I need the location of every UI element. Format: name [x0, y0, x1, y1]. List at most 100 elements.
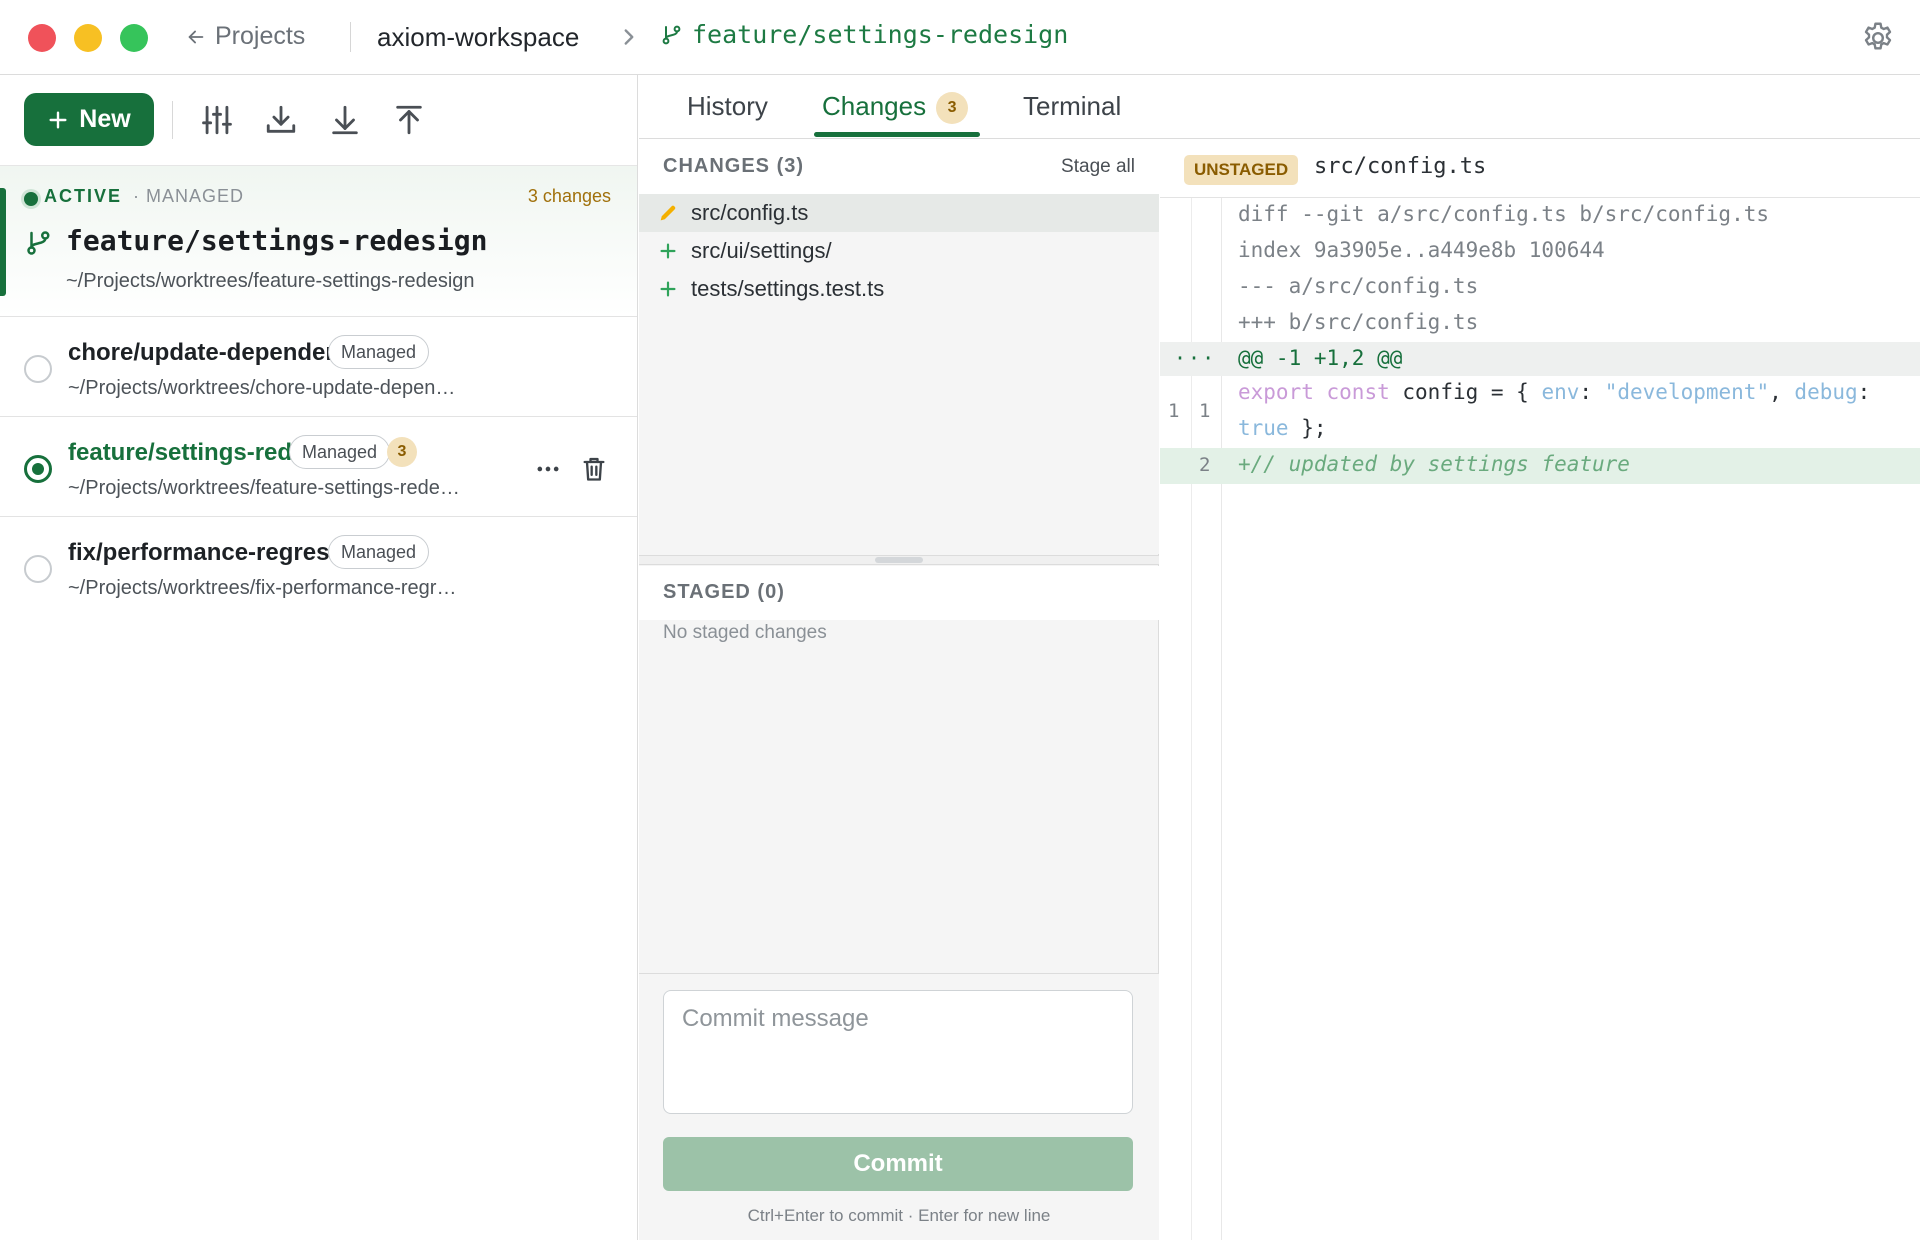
trash-icon[interactable] [580, 455, 608, 483]
plus-icon [49, 110, 67, 129]
hunk-range: @@ -1 +1,2 @@ [1238, 346, 1403, 370]
code-token: , [1769, 380, 1782, 404]
file-row-tests-settings[interactable]: tests/settings.test.ts [639, 270, 1159, 308]
git-branch-icon [662, 25, 681, 44]
code-token: debug [1794, 380, 1858, 404]
worktree-item-chore-update-dependencies[interactable]: chore/update-dependen… Managed ~/Project… [0, 317, 637, 417]
new-line-number: 2 [1199, 454, 1211, 476]
plus-icon [660, 243, 676, 259]
expand-hunk-dots[interactable]: ··· [1174, 346, 1216, 370]
changes-count-badge: 3 [387, 437, 417, 467]
toolbar-divider [172, 101, 173, 139]
changes-title: CHANGES (3) [663, 155, 805, 177]
commit-hint: Ctrl+Enter to commit · Enter for new lin… [747, 1206, 1051, 1225]
maximize-window-button[interactable] [120, 24, 148, 52]
added-line-text: +// updated by settings feature [1238, 452, 1630, 476]
branch-crumb-label: feature/settings-redesign [692, 20, 1069, 49]
chevron-right-icon [624, 29, 634, 45]
managed-badge: Managed [289, 435, 391, 469]
staged-title: STAGED (0) [663, 581, 785, 603]
diff-meta-line: +++ b/src/config.ts [1238, 310, 1479, 334]
diff-file-name: src/config.ts [1314, 154, 1487, 179]
active-tab-underline [814, 132, 980, 137]
back-to-projects-link[interactable]: Projects [185, 22, 305, 51]
code-token: export [1238, 380, 1314, 404]
back-label: Projects [215, 22, 306, 50]
splitter-grip[interactable] [875, 557, 923, 563]
active-worktree-path: ~/Projects/worktrees/feature-settings-re… [66, 270, 475, 292]
worktree-radio[interactable] [24, 355, 52, 383]
code-token: const [1326, 380, 1390, 404]
plus-icon [660, 281, 676, 297]
close-window-button[interactable] [28, 24, 56, 52]
added-line: 2 +// updated by settings feature [1160, 448, 1920, 484]
active-indicator-bar [0, 188, 6, 296]
git-branch-icon [27, 231, 50, 255]
diff-meta-line: diff --git a/src/config.ts b/src/config.… [1238, 202, 1770, 226]
more-horizontal-icon[interactable] [534, 455, 562, 483]
active-worktree-card[interactable]: ACTIVE · MANAGED 3 changes feature/setti… [0, 165, 637, 317]
tab-history[interactable]: History [687, 91, 768, 122]
title-divider [350, 22, 351, 52]
code-token: : [1857, 380, 1871, 404]
sliders-icon[interactable] [200, 103, 234, 137]
active-branch-name: feature/settings-redesign [66, 224, 488, 257]
changes-file-list: src/config.ts src/ui/settings/ tests/set… [639, 194, 1159, 554]
panel-splitter[interactable] [639, 555, 1159, 565]
changes-header: CHANGES (3) Stage all [639, 140, 1159, 194]
diff-header: UNSTAGED src/config.ts [1160, 140, 1920, 198]
worktree-sidebar: New ACTIVE · MANAGED 3 changes feature/s… [0, 75, 638, 1240]
new-line-number: 1 [1199, 400, 1211, 422]
commit-button[interactable]: Commit [663, 1137, 1133, 1191]
sidebar-toolbar: New [0, 75, 638, 165]
code-token: env [1541, 380, 1580, 404]
worktree-radio-selected[interactable] [24, 455, 52, 483]
commit-area: Commit Ctrl+Enter to commit · Enter for … [639, 973, 1159, 1240]
arrow-left-icon [188, 30, 204, 43]
code-token: }; [1301, 416, 1327, 440]
stage-all-button[interactable]: Stage all [1061, 156, 1135, 178]
code-token: true [1238, 416, 1289, 440]
view-tabs: History Changes 3 Terminal [639, 75, 1920, 139]
diff-meta-line: index 9a3905e..a449e8b 100644 [1238, 238, 1605, 262]
hunk-header[interactable]: ··· @@ -1 +1,2 @@ [1160, 342, 1920, 376]
gear-icon[interactable] [1860, 20, 1896, 56]
pencil-icon [660, 205, 676, 221]
worktree-radio[interactable] [24, 555, 52, 583]
tab-changes[interactable]: Changes 3 [822, 91, 969, 124]
tab-terminal[interactable]: Terminal [1023, 91, 1121, 122]
workspace-name[interactable]: axiom-workspace [377, 22, 579, 53]
worktree-item-feature-settings-redesign[interactable]: feature/settings-red… Managed 3 ~/Projec… [0, 417, 637, 517]
code-line-wrap: true }; [1238, 416, 1327, 440]
managed-badge: Managed [328, 535, 430, 569]
title-bar: Projects axiom-workspace feature/setting… [0, 0, 1920, 75]
file-name: src/ui/settings/ [691, 238, 832, 263]
push-icon[interactable] [392, 103, 426, 137]
file-row-src-ui-settings[interactable]: src/ui/settings/ [639, 232, 1159, 270]
code-line: export const config = { env: "developmen… [1238, 380, 1870, 404]
download-tray-icon[interactable] [264, 103, 298, 137]
commit-message-input[interactable] [663, 990, 1133, 1114]
active-status-label: ACTIVE [44, 186, 123, 206]
worktree-item-fix-performance-regression[interactable]: fix/performance-regressi… Managed ~/Proj… [0, 517, 637, 617]
file-name: tests/settings.test.ts [691, 276, 885, 301]
new-button-label: New [79, 105, 131, 133]
code-token: config = { [1402, 380, 1529, 404]
active-changes-count: 3 changes [527, 186, 611, 206]
file-row-src-config[interactable]: src/config.ts [639, 194, 1159, 232]
minimize-window-button[interactable] [74, 24, 102, 52]
current-branch-crumb[interactable]: feature/settings-redesign [660, 20, 1068, 49]
changes-panel: CHANGES (3) Stage all src/config.ts src/… [639, 140, 1159, 1240]
new-worktree-button[interactable]: New [24, 93, 154, 146]
tab-changes-count: 3 [936, 92, 969, 124]
managed-badge: Managed [328, 335, 430, 369]
worktree-path: ~/Projects/worktrees/fix-performance-reg… [68, 577, 457, 599]
worktree-path: ~/Projects/worktrees/feature-settings-re… [68, 477, 460, 499]
diff-viewer: UNSTAGED src/config.ts diff --git a/src/… [1160, 140, 1920, 1240]
old-line-number: 1 [1168, 400, 1180, 422]
pull-icon[interactable] [328, 103, 362, 137]
file-name: src/config.ts [691, 200, 809, 225]
staged-header: STAGED (0) [639, 566, 1159, 620]
managed-label: · MANAGED [133, 186, 245, 206]
active-status-dot [24, 192, 38, 206]
